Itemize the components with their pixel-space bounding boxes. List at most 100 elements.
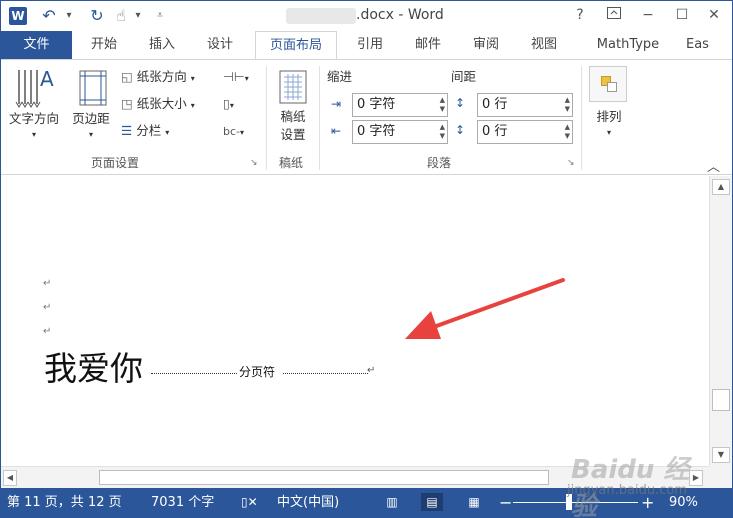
manuscript-icon (279, 70, 307, 104)
touch-mode-icon[interactable]: ☝ (111, 6, 131, 26)
scroll-down-icon[interactable]: ▼ (712, 447, 730, 463)
tab-view[interactable]: 视图 (521, 31, 567, 59)
columns-button[interactable]: ☰ 分栏 ▾ (121, 120, 169, 142)
page-count[interactable]: 第 11 页，共 12 页 (7, 488, 122, 517)
read-mode-icon[interactable]: ▥ (381, 493, 403, 511)
tab-mailings[interactable]: 邮件 (405, 31, 451, 59)
page-break-line (151, 373, 237, 374)
indent-right-icon: ⇤ (331, 124, 342, 138)
text-direction-button[interactable]: A 文字方向 ▾ (9, 66, 59, 148)
line-numbers-icon: ▯ (223, 96, 230, 111)
arrange-icon (589, 66, 627, 102)
margins-button[interactable]: 页边距 ▾ (65, 66, 117, 148)
manuscript-settings-button[interactable]: 稿纸 设置 (271, 66, 315, 148)
paragraph-mark: ↵ (43, 326, 52, 337)
spacing-header: 间距 (451, 69, 477, 84)
close-button[interactable]: ✕ (701, 5, 727, 25)
print-layout-icon[interactable]: ▤ (421, 493, 443, 511)
window-title: .docx - Word (356, 7, 444, 23)
arrange-button[interactable]: 排列 ▾ (587, 66, 631, 148)
tab-review[interactable]: 审阅 (463, 31, 509, 59)
text-direction-icon: A (15, 67, 54, 108)
word-count[interactable]: 7031 个字 (151, 488, 214, 517)
word-app-icon[interactable]: W (9, 7, 27, 25)
tab-references[interactable]: 引用 (347, 31, 393, 59)
zoom-out-button[interactable]: − (499, 488, 512, 517)
size-button[interactable]: ◳ 纸张大小 ▾ (121, 93, 195, 115)
title-bar: W ↶ ▾ ↻ ☝ ▾ ⩡ .docx - Word ? − ☐ ✕ (1, 1, 732, 31)
size-icon: ◳ (121, 96, 133, 111)
manuscript-label-line2: 设置 (280, 127, 306, 142)
paragraph-launcher-icon[interactable]: ↘ (567, 158, 575, 168)
spacing-before-value: 0 行 (482, 97, 508, 112)
spacing-after-input[interactable]: 0 行 ▲ ▼ (477, 120, 573, 144)
zoom-in-button[interactable]: + (641, 488, 654, 517)
zoom-level[interactable]: 90% (669, 488, 698, 517)
word-window: W ↶ ▾ ↻ ☝ ▾ ⩡ .docx - Word ? − ☐ ✕ 文件 开始… (0, 0, 733, 518)
undo-dropdown-icon[interactable]: ▾ (64, 6, 74, 26)
page-setup-group-label: 页面设置 (91, 156, 140, 170)
spinner-arrows-icon[interactable]: ▲ ▼ (440, 96, 445, 114)
spacing-before-icon: ↕ (455, 96, 466, 110)
vertical-scroll-thumb[interactable] (712, 389, 730, 411)
zoom-slider-thumb[interactable] (566, 494, 572, 510)
page-break-label[interactable]: 分页符 (237, 363, 278, 380)
page-break-line (283, 373, 368, 374)
spacing-after-icon: ↕ (455, 123, 466, 137)
hyphenation-button[interactable]: bc-▾ (223, 120, 244, 142)
breaks-button[interactable]: ⊣⊢▾ (223, 66, 249, 88)
indent-left-value: 0 字符 (357, 97, 396, 112)
orientation-icon: ◱ (121, 69, 133, 84)
spinner-arrows-icon[interactable]: ▲ ▼ (565, 96, 570, 114)
svg-text:A: A (40, 67, 54, 91)
line-numbers-button[interactable]: ▯▾ (223, 93, 234, 115)
chevron-down-icon: ▾ (229, 101, 234, 110)
tab-home[interactable]: 开始 (81, 31, 127, 59)
scroll-up-icon[interactable]: ▲ (712, 179, 730, 195)
ribbon-tabs: 文件 开始 插入 设计 页面布局 引用 邮件 审阅 视图 MathType Ea… (1, 31, 732, 60)
horizontal-scroll-thumb[interactable] (99, 470, 549, 485)
document-area[interactable]: ↵ ↵ ↵ 我爱你 分页符 ↵ (1, 176, 709, 466)
tab-design[interactable]: 设计 (197, 31, 243, 59)
tab-insert[interactable]: 插入 (139, 31, 185, 59)
hyphenation-icon: bc- (223, 125, 240, 138)
manuscript-label-line1: 稿纸 (280, 109, 306, 124)
chevron-down-icon: ▾ (190, 101, 195, 110)
customize-qat-icon[interactable]: ⩡ (154, 6, 166, 26)
web-layout-icon[interactable]: ▦ (463, 493, 485, 511)
chevron-down-icon: ▾ (88, 130, 93, 139)
touch-dropdown-icon[interactable]: ▾ (133, 6, 143, 26)
minimize-button[interactable]: − (635, 5, 661, 25)
document-main-text[interactable]: 我爱你 (44, 342, 143, 390)
chevron-down-icon: ▾ (244, 74, 249, 83)
maximize-button[interactable]: ☐ (669, 5, 695, 25)
indent-right-input[interactable]: 0 字符 ▲ ▼ (352, 120, 448, 144)
orientation-button[interactable]: ◱ 纸张方向 ▾ (121, 66, 195, 88)
language-status[interactable]: 中文(中国) (277, 488, 339, 517)
spinner-arrows-icon[interactable]: ▲ ▼ (565, 123, 570, 141)
manuscript-group-label: 稿纸 (279, 156, 304, 170)
horizontal-scrollbar[interactable]: ◀ ▶ (1, 466, 709, 488)
tab-eas[interactable]: Eas (686, 31, 732, 59)
zoom-slider[interactable] (513, 502, 638, 503)
vertical-scrollbar[interactable]: ▲ ▼ (709, 176, 732, 466)
collapse-ribbon-icon[interactable]: ︿ (707, 156, 720, 175)
spacing-before-input[interactable]: 0 行 ▲ ▼ (477, 93, 573, 117)
scroll-right-icon[interactable]: ▶ (689, 470, 703, 486)
tab-page-layout[interactable]: 页面布局 (255, 31, 337, 60)
status-bar: 第 11 页，共 12 页 7031 个字 ▯✕ 中文(中国) ▥ ▤ ▦ − … (1, 488, 732, 517)
indent-left-input[interactable]: 0 字符 ▲ ▼ (352, 93, 448, 117)
spinner-arrows-icon[interactable]: ▲ ▼ (440, 123, 445, 141)
undo-icon[interactable]: ↶ (36, 6, 62, 26)
proofing-icon[interactable]: ▯✕ (241, 488, 258, 517)
chevron-down-icon: ▾ (240, 128, 245, 137)
tab-file[interactable]: 文件 (1, 31, 72, 59)
redo-icon[interactable]: ↻ (84, 6, 110, 26)
indent-right-value: 0 字符 (357, 124, 396, 139)
help-button[interactable]: ? (567, 5, 593, 25)
scroll-left-icon[interactable]: ◀ (3, 470, 17, 486)
ribbon-display-icon[interactable] (601, 5, 627, 25)
tab-mathtype[interactable]: MathType (585, 31, 671, 59)
chevron-down-icon: ▾ (606, 128, 611, 137)
page-setup-launcher-icon[interactable]: ↘ (250, 158, 258, 168)
